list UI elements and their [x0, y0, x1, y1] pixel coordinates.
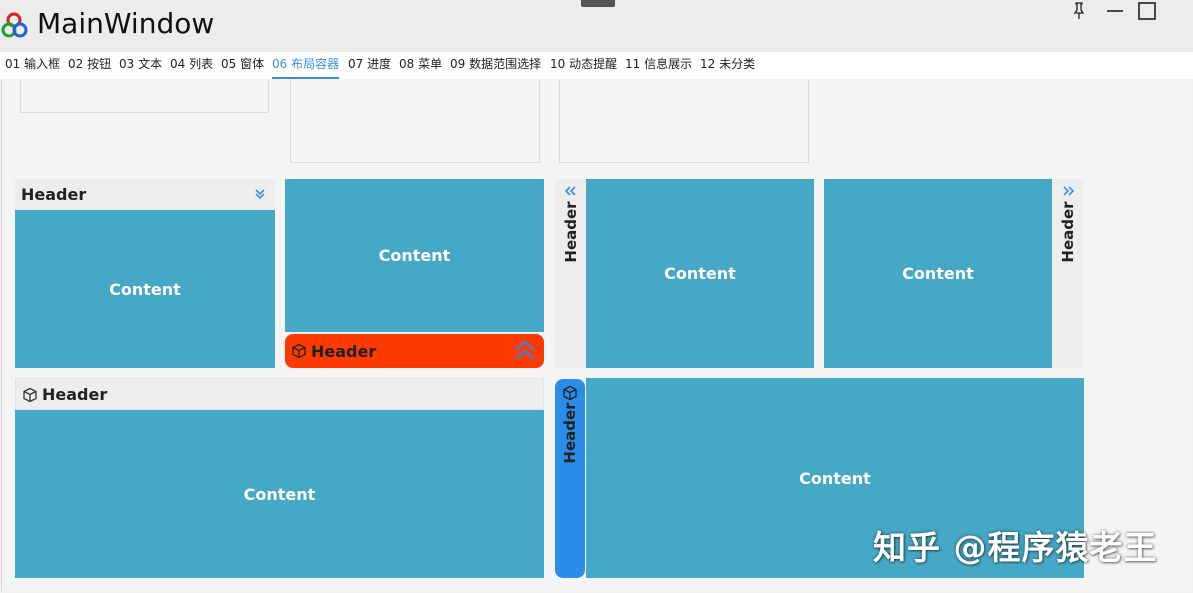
maximize-button[interactable] — [1132, 0, 1162, 22]
maximize-icon — [1137, 1, 1157, 21]
tab-info-display[interactable]: 11 信息展示 — [625, 57, 692, 79]
expander-header-label: Header — [311, 342, 376, 361]
window-title: MainWindow — [37, 6, 214, 42]
tab-text[interactable]: 03 文本 — [119, 57, 162, 79]
ghost-panel-right — [559, 79, 809, 163]
chevron-down-double-icon[interactable] — [253, 187, 267, 201]
minimize-button[interactable] — [1100, 0, 1130, 22]
tab-list[interactable]: 04 列表 — [170, 57, 213, 79]
tab-menu[interactable]: 08 菜单 — [399, 57, 442, 79]
expander-header-label: Header — [561, 197, 581, 267]
chevron-up-double-icon[interactable] — [513, 340, 537, 362]
expander-header-label: Header — [1058, 197, 1078, 267]
expander-header-label: Header — [21, 185, 86, 204]
expander-left-side-content: Content — [586, 179, 814, 368]
chevron-left-double-icon[interactable] — [564, 184, 578, 198]
tab-progress[interactable]: 07 进度 — [348, 57, 391, 79]
drag-handle[interactable] — [581, 0, 615, 7]
tab-range-select[interactable]: 09 数据范围选择 — [450, 57, 541, 79]
pin-button[interactable] — [1064, 0, 1094, 22]
tab-window[interactable]: 05 窗体 — [221, 57, 264, 79]
minimize-icon — [1105, 1, 1125, 21]
app-logo-icon — [0, 8, 32, 40]
expander-bottom-left-header[interactable]: Header — [15, 378, 544, 410]
cube-icon — [22, 387, 38, 403]
cube-icon — [291, 343, 307, 359]
chevron-right-double-icon[interactable] — [1061, 184, 1075, 198]
expander-top-middle-header[interactable]: Header — [285, 334, 544, 368]
watermark-text: 知乎 @程序猿老王 — [873, 521, 1158, 569]
expander-top-left-header[interactable]: Header — [15, 179, 275, 210]
tab-bar: 01 输入框 02 按钮 03 文本 04 列表 05 窗体 06 布局容器 0… — [0, 52, 1193, 79]
expander-header-label: Header — [560, 398, 580, 468]
expander-bottom-right-header[interactable]: Header — [555, 379, 585, 578]
expander-bottom-left-content: Content — [15, 410, 544, 578]
expander-right-side-content: Content — [824, 179, 1052, 368]
expander-top-left-content: Content — [15, 210, 275, 368]
ghost-panel-left — [20, 79, 269, 113]
tab-uncategorized[interactable]: 12 未分类 — [700, 57, 755, 79]
expander-top-middle-content: Content — [285, 179, 544, 332]
tab-input[interactable]: 01 输入框 — [5, 57, 60, 79]
tab-buttons[interactable]: 02 按钮 — [68, 57, 111, 79]
expander-right-side-header[interactable]: Header — [1052, 179, 1083, 368]
expander-left-side-header[interactable]: Header — [555, 179, 586, 368]
tab-layout-container[interactable]: 06 布局容器 — [272, 57, 339, 79]
ghost-panel-middle — [290, 79, 540, 163]
pin-icon — [1072, 2, 1086, 20]
expander-header-label: Header — [42, 385, 107, 404]
title-bar: MainWindow — [0, 0, 1193, 52]
tab-notification[interactable]: 10 动态提醒 — [550, 57, 617, 79]
